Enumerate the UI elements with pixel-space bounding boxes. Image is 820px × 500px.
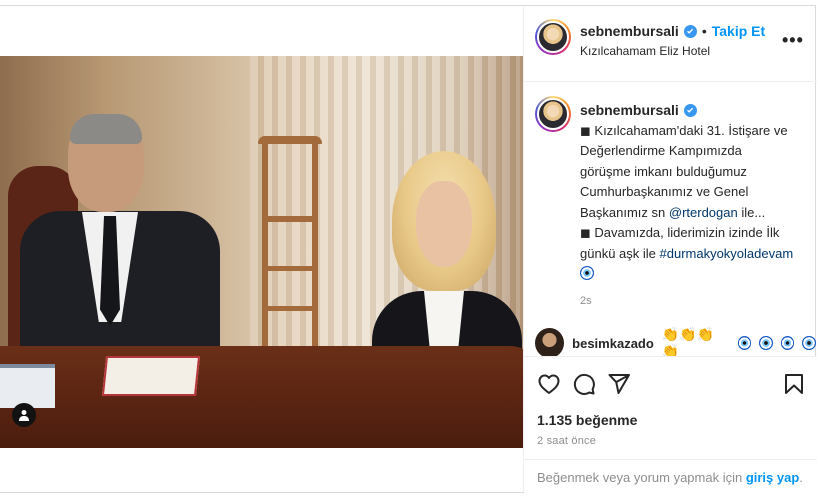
commenter-avatar[interactable] xyxy=(535,328,565,358)
post-header: sebnembursali • Takip Et Kızılcahamam El… xyxy=(524,6,817,82)
user-tag-icon[interactable] xyxy=(12,403,36,427)
follow-button[interactable]: Takip Et xyxy=(712,23,765,39)
photo-folder xyxy=(101,356,201,396)
caption-line: ◼ Kızılcahamam'daki 31. İstişare ve xyxy=(580,122,788,138)
evil-eye-icon xyxy=(780,336,795,350)
evil-eye-icon xyxy=(759,336,773,350)
post-photo[interactable] xyxy=(0,56,523,448)
post-sidebar: sebnembursali • Takip Et Kızılcahamam El… xyxy=(523,6,817,494)
caption-username[interactable]: sebnembursali xyxy=(580,100,679,121)
verified-badge-icon xyxy=(683,24,697,38)
evil-eye-icon xyxy=(580,266,594,280)
login-link[interactable]: giriş yap xyxy=(746,470,799,485)
caption-text: ile... xyxy=(737,204,766,220)
author-avatar[interactable] xyxy=(535,19,571,55)
comment-icon[interactable] xyxy=(572,372,598,398)
post-frame: sebnembursali • Takip Et Kızılcahamam El… xyxy=(0,5,817,494)
comment-text: 👏👏👏👏 xyxy=(661,326,715,359)
photo-valet-stand xyxy=(250,136,330,366)
post-actions: 1.135 beğenme 2 saat önce Beğenmek veya … xyxy=(524,356,817,493)
hashtag-link[interactable]: #durmakyokyoladevam xyxy=(660,246,794,261)
mention-link[interactable]: @rterdogan xyxy=(669,205,738,220)
caption-line: günkü aşk ile #durmakyokyoladevam xyxy=(580,244,808,265)
login-prompt: Beğenmek veya yorum yapmak için giriş ya… xyxy=(524,459,817,494)
caption-time: 2s xyxy=(580,294,592,307)
commenter-username[interactable]: besimkazado xyxy=(572,336,654,351)
caption-text: Başkanımız sn xyxy=(580,204,669,220)
verified-badge-icon xyxy=(683,103,697,117)
more-options-icon[interactable]: ••• xyxy=(782,30,804,51)
post-timestamp[interactable]: 2 saat önce xyxy=(537,435,596,447)
caption-line xyxy=(580,264,808,285)
likes-count[interactable]: 1.135 beğenme xyxy=(537,412,637,428)
login-prompt-text: Beğenmek veya yorum yapmak için xyxy=(537,470,746,485)
login-prompt-suffix: . xyxy=(799,470,803,485)
caption-line: Cumhurbaşkanımız ve Genel xyxy=(580,184,749,199)
photo-table xyxy=(0,346,523,448)
heart-icon[interactable] xyxy=(537,372,563,398)
photo-person-left xyxy=(20,114,220,381)
caption-line: Başkanımız sn @rterdogan ile... xyxy=(580,203,808,224)
caption-line: ◼ Davamızda, liderimizin izinde İlk xyxy=(580,225,780,240)
post-location[interactable]: Kızılcahamam Eliz Hotel xyxy=(580,44,710,58)
caption-author-avatar[interactable] xyxy=(535,96,571,132)
caption-text: günkü aşk ile xyxy=(580,245,660,261)
evil-eye-icon xyxy=(802,336,817,350)
comment-row: besimkazado 👏👏👏👏 xyxy=(535,326,817,360)
caption-line: Değerlendirme Kampımızda xyxy=(580,143,742,158)
action-icons xyxy=(537,372,807,398)
evil-eye-icon xyxy=(737,336,752,350)
share-icon[interactable] xyxy=(607,372,633,398)
bookmark-icon[interactable] xyxy=(782,372,808,398)
separator-dot: • xyxy=(701,23,707,39)
photo-documents xyxy=(0,364,55,408)
caption-line: görüşme imkanı bulduğumuz xyxy=(580,163,747,179)
author-username[interactable]: sebnembursali xyxy=(580,23,679,39)
